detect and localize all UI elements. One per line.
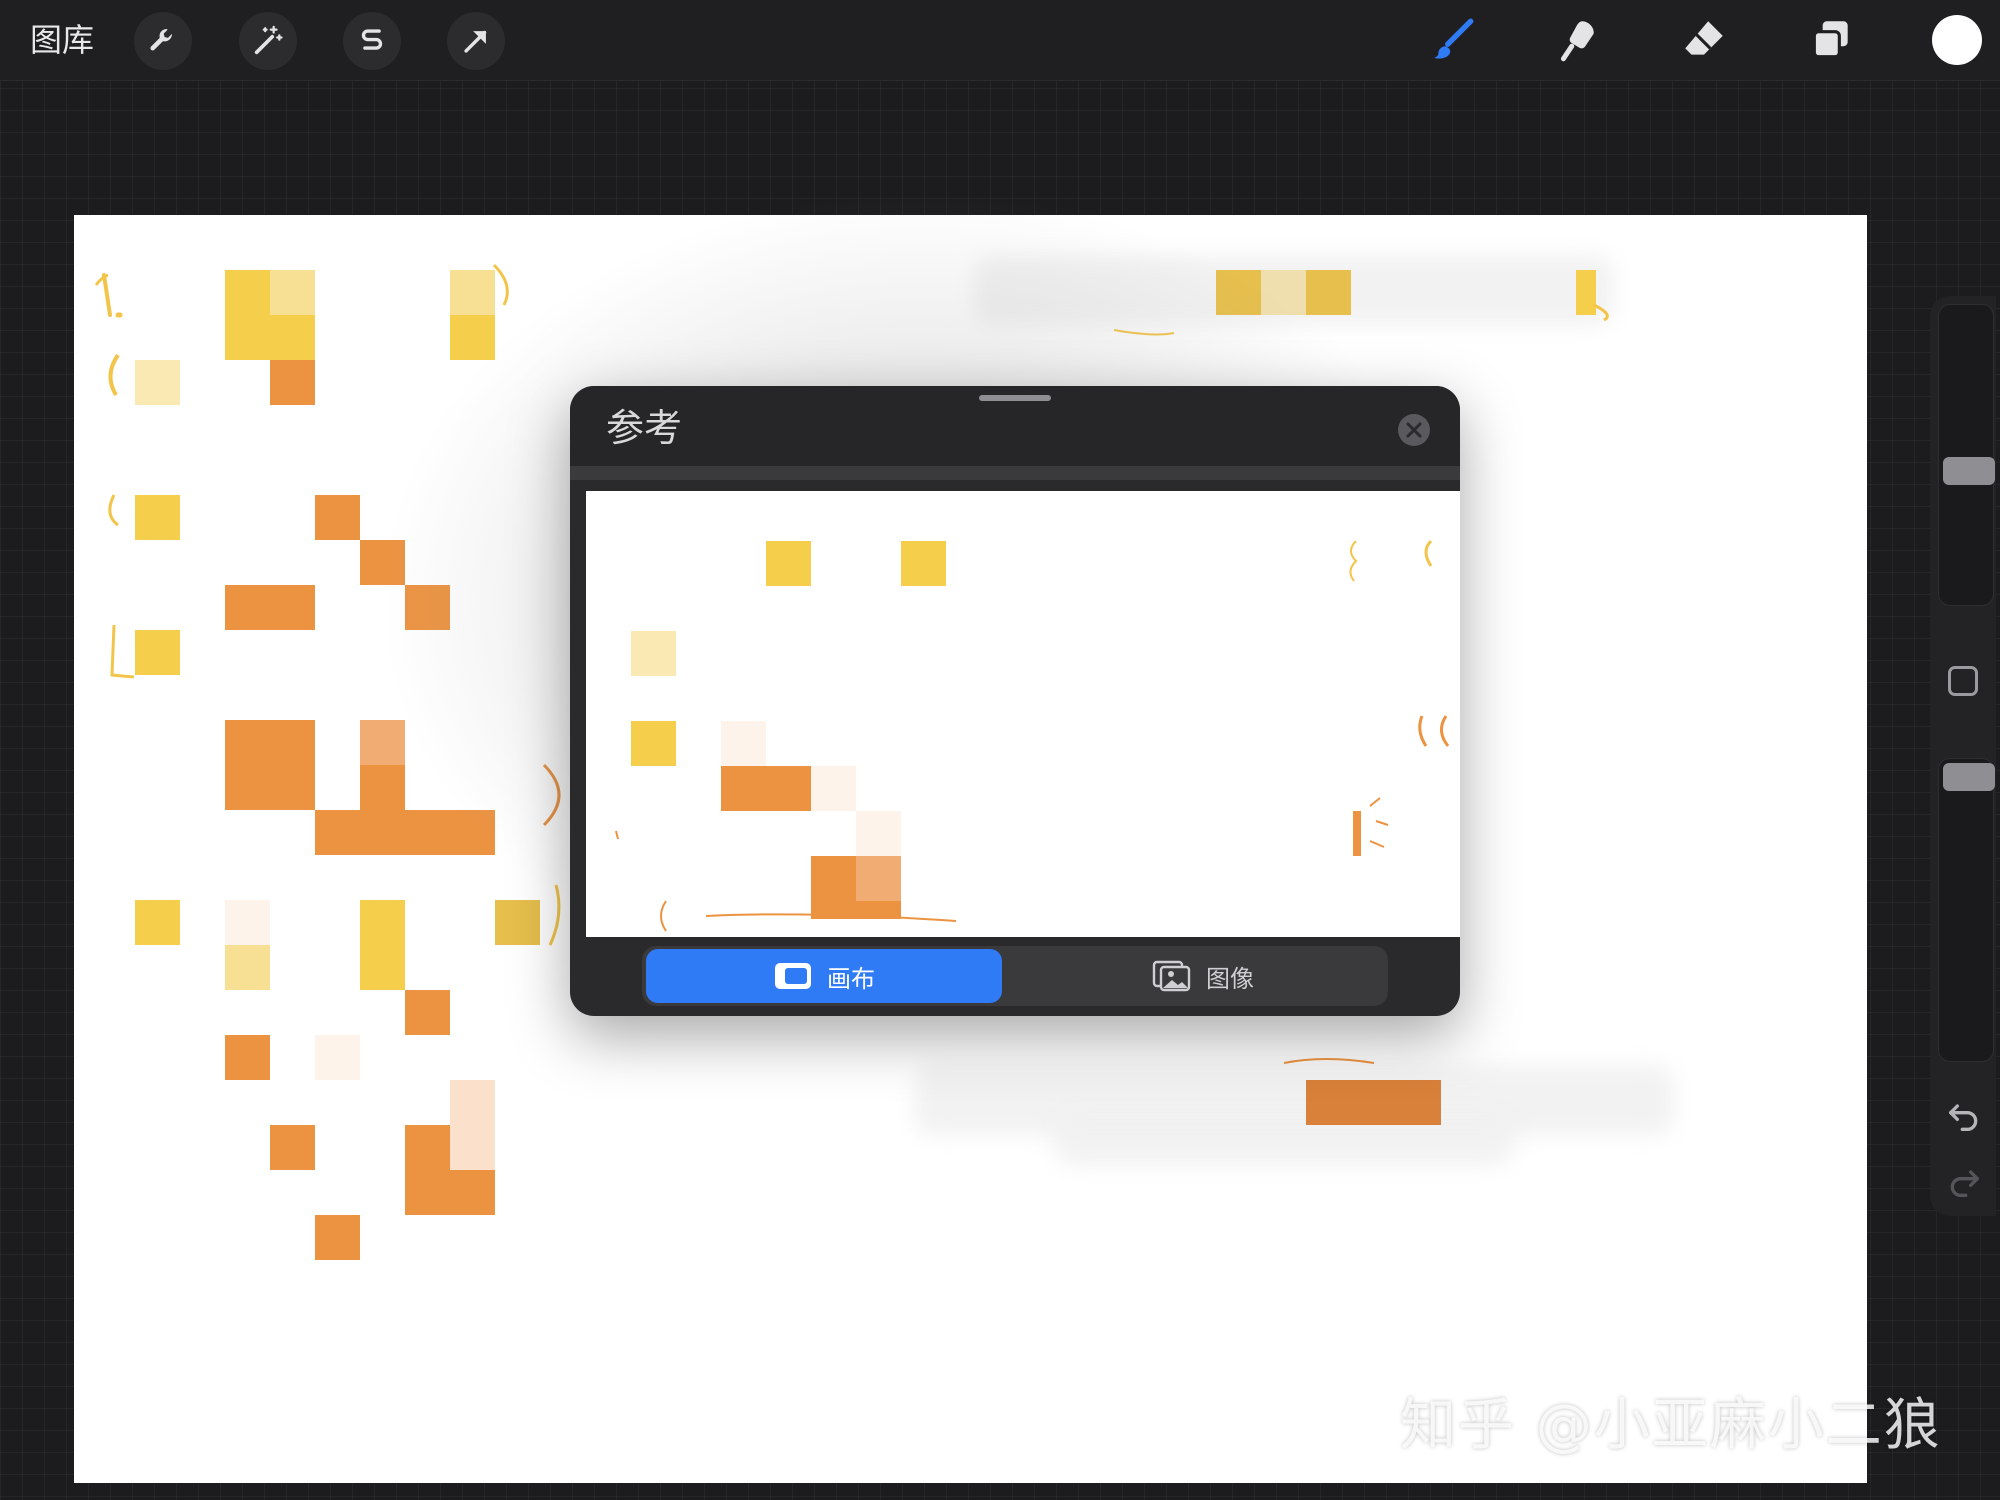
layers-icon[interactable]: [1803, 12, 1859, 68]
image-tab-label: 图像: [1206, 964, 1254, 993]
top-toolbar: 图库: [0, 0, 2000, 81]
magic-wand-icon[interactable]: [239, 12, 297, 70]
eraser-icon[interactable]: [1676, 12, 1732, 68]
reference-title: 参考: [606, 406, 683, 450]
wrench-icon[interactable]: [134, 12, 192, 70]
close-icon[interactable]: [1398, 414, 1430, 446]
undo-icon[interactable]: [1944, 1096, 1984, 1136]
reference-mode-segmented-control: 画布 图像: [642, 946, 1388, 1006]
canvas-tab[interactable]: 画布: [646, 949, 1002, 1003]
grab-handle[interactable]: [979, 395, 1051, 401]
arrow-cursor-icon[interactable]: [447, 12, 505, 70]
canvas-tab-label: 画布: [827, 964, 875, 993]
reference-canvas-preview: [586, 491, 1460, 937]
opacity-thumb[interactable]: [1943, 763, 1995, 791]
brush-icon[interactable]: [1426, 12, 1482, 68]
image-tab[interactable]: 图像: [1022, 949, 1384, 1003]
selection-s-icon[interactable]: [343, 12, 401, 70]
opacity-slider[interactable]: [1938, 758, 1995, 1062]
reference-panel-header[interactable]: 参考: [570, 386, 1460, 480]
brush-size-slider[interactable]: [1938, 304, 1995, 606]
smudge-icon[interactable]: [1550, 12, 1606, 68]
reference-panel[interactable]: 参考 画布 图像: [570, 386, 1460, 1016]
redo-icon[interactable]: [1944, 1162, 1984, 1202]
modify-square-icon[interactable]: [1948, 666, 1978, 696]
gallery-button[interactable]: 图库: [30, 18, 94, 62]
brush-size-thumb[interactable]: [1943, 457, 1995, 485]
watermark-text: 知乎 @小亚麻小二狼: [1400, 1393, 1942, 1458]
side-toolbar: [1930, 296, 1996, 1216]
preview-sketch-marks: [615, 539, 1450, 932]
image-icon: [1152, 960, 1191, 992]
canvas-icon: [775, 963, 811, 989]
color-swatch[interactable]: [1932, 15, 1982, 65]
